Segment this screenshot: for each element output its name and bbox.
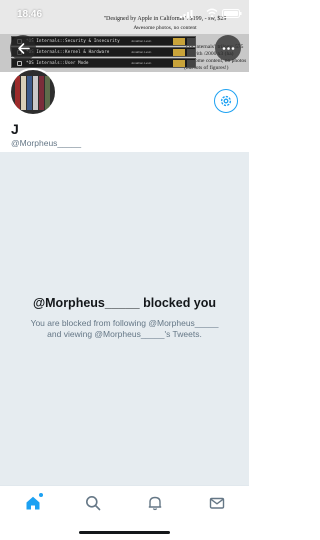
profile-handle: @Morpheus_____ [11, 138, 82, 148]
search-icon [86, 496, 101, 511]
publisher-logo [173, 38, 185, 45]
publisher-logo [173, 60, 185, 67]
back-arrow-icon [17, 42, 30, 54]
gear-icon [220, 95, 232, 107]
settings-button[interactable] [214, 89, 238, 113]
battery-icon [222, 9, 242, 18]
home-icon [26, 496, 40, 510]
blocked-message: You are blocked from following @Morpheus… [30, 318, 219, 339]
banner-caption-2: Awesome photos, no content [133, 25, 197, 31]
book-end [187, 38, 195, 45]
tab-messages[interactable] [208, 494, 226, 512]
book: *OS Internals::Kernel & Hardware Jonatha… [11, 47, 196, 57]
avatar-book-spine [39, 76, 44, 110]
avatar-book-spine [33, 76, 38, 110]
avatar-book-spine [27, 76, 32, 110]
blocked-title: @Morpheus_____ blocked you [32, 296, 217, 310]
home-indicator [79, 531, 170, 534]
profile-name: J [11, 121, 19, 137]
blocked-panel: @Morpheus_____ blocked you You are block… [0, 152, 249, 485]
mail-icon [209, 497, 225, 509]
more-button[interactable] [215, 35, 241, 61]
new-content-dot [39, 493, 43, 497]
back-button[interactable] [10, 35, 36, 61]
avatar-book-spine [15, 76, 20, 110]
book-mark-icon [17, 61, 22, 66]
avatar-book-spine [21, 76, 26, 110]
book: *OS Internals::User Mode Jonathan Levin [11, 58, 196, 68]
book-stack: *OS Internals::Security & Insecurity Jon… [11, 36, 196, 70]
tab-home[interactable] [24, 493, 43, 512]
book-title: *OS Internals::User Mode [26, 60, 89, 65]
status-time: 18.46 [17, 9, 43, 20]
book-author: Jonathan Levin [131, 39, 152, 43]
avatar[interactable] [9, 68, 57, 116]
book-end [187, 60, 195, 67]
avatar-book-spine [45, 76, 50, 110]
book-author: Jonathan Levin [131, 61, 152, 65]
book-end [187, 49, 195, 56]
more-icon [222, 46, 234, 50]
wifi-icon [206, 8, 218, 18]
book-author: Jonathan Levin [131, 50, 152, 54]
book-title: *OS Internals::Security & Insecurity [26, 38, 120, 43]
tab-notifications[interactable] [146, 494, 164, 512]
book: *OS Internals::Security & Insecurity Jon… [11, 36, 196, 46]
signal-icon [180, 10, 193, 18]
bell-icon [148, 496, 162, 511]
book-title: *OS Internals::Kernel & Hardware [26, 49, 110, 54]
publisher-logo [173, 49, 185, 56]
tab-search[interactable] [84, 494, 102, 512]
